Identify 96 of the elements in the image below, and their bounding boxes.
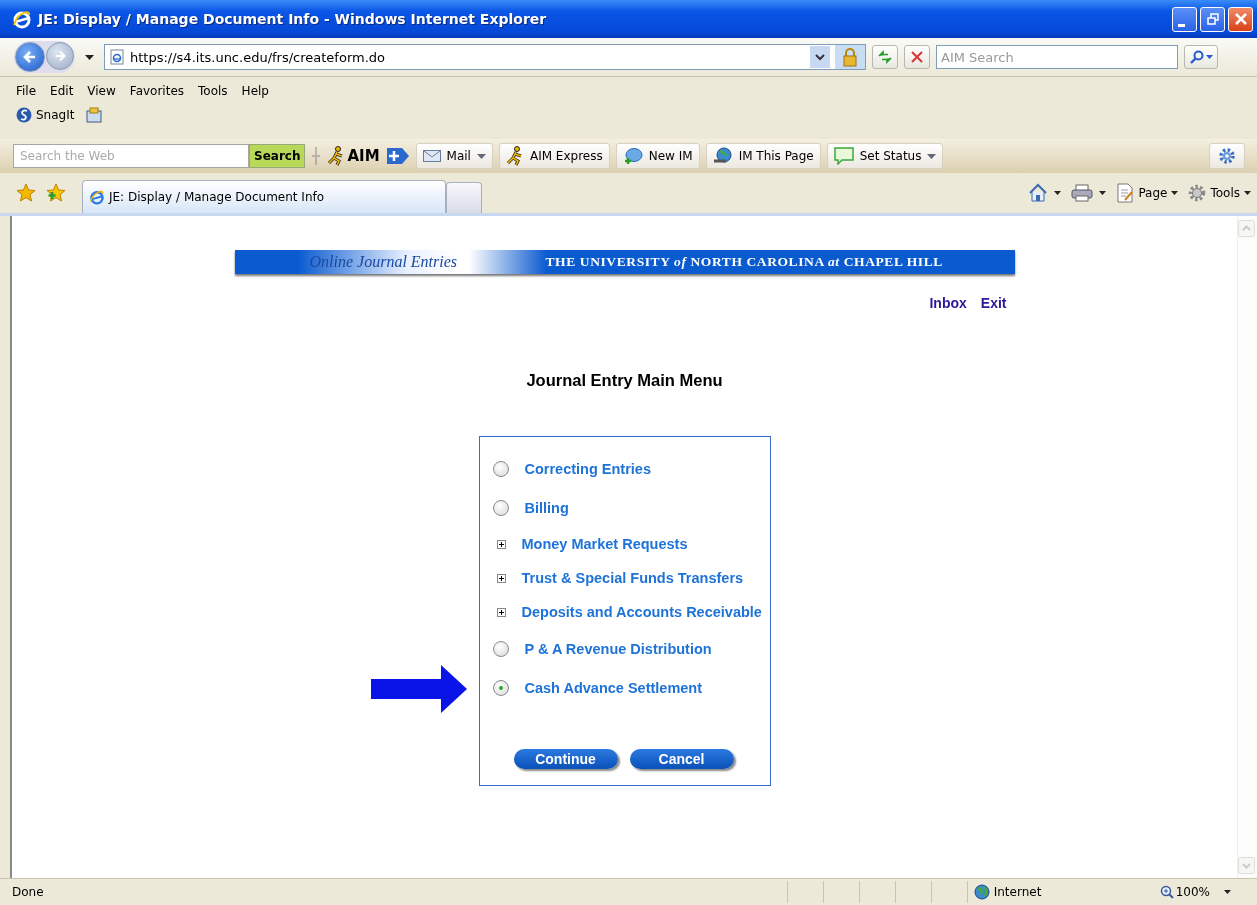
browser-logo-icon	[12, 9, 32, 29]
magnifier-icon	[1159, 885, 1174, 899]
option-label[interactable]: Correcting Entries	[524, 460, 651, 477]
gear-icon	[1188, 184, 1207, 202]
chevron-icon	[815, 53, 825, 61]
expand-toggle-icon[interactable]	[496, 607, 506, 617]
minimize-icon	[1178, 23, 1185, 27]
close-icon	[911, 51, 923, 63]
command-button[interactable]: Page	[1116, 183, 1179, 203]
search-button[interactable]	[1184, 45, 1218, 69]
web-search-field[interactable]: Search the Web	[13, 144, 249, 168]
restore-button[interactable]	[1200, 6, 1225, 32]
menu-item[interactable]: Favorites	[129, 84, 185, 98]
caret-icon[interactable]	[1099, 191, 1107, 195]
caret-icon[interactable]	[1224, 890, 1231, 894]
restore-icon	[1206, 13, 1219, 25]
caret-icon	[1244, 191, 1251, 195]
home-icon[interactable]	[1028, 183, 1049, 203]
command-button[interactable]: Tools	[1188, 184, 1251, 202]
running-figure-icon	[505, 146, 524, 166]
settings-button[interactable]	[1209, 143, 1245, 169]
envelope-icon	[422, 150, 441, 162]
caret-icon[interactable]	[1054, 191, 1062, 195]
search-icon	[1189, 50, 1204, 64]
minimize-button[interactable]	[1172, 6, 1197, 32]
search-button[interactable]: Search	[249, 144, 306, 168]
vertical-scrollbar[interactable]	[1237, 216, 1257, 878]
page-heading: Journal Entry Main Menu	[526, 371, 723, 390]
grip-icon	[311, 146, 322, 166]
radio-button[interactable]	[492, 460, 509, 477]
radio-button[interactable]	[492, 679, 509, 696]
menu-item[interactable]: Edit	[50, 84, 74, 98]
scroll-up-icon	[1238, 220, 1255, 237]
document-icon	[1116, 183, 1135, 203]
option-label[interactable]: Deposits and Accounts Receivable	[521, 604, 762, 620]
toolbar-button[interactable]: IM This Page	[705, 143, 821, 169]
window-title: JE: Display / Manage Document Info - Windows Internet Explorer	[38, 11, 547, 27]
menu-item[interactable]: Tools	[198, 84, 228, 98]
url-text: https://s4.its.unc.edu/frs/createform.do	[130, 49, 386, 65]
option-label[interactable]: Cash Advance Settlement	[524, 679, 703, 696]
status-text: Done	[12, 885, 44, 899]
printer-icon[interactable]	[1071, 184, 1094, 202]
menu-item[interactable]: File	[16, 84, 37, 98]
caret-icon[interactable]	[85, 54, 94, 60]
radio-button[interactable]	[492, 499, 509, 516]
swirl-logo-icon	[16, 107, 32, 123]
banner-subtitle: Online Journal Entries	[309, 253, 459, 271]
refresh-arrows-icon	[877, 50, 893, 64]
add-favorite-icon[interactable]	[46, 183, 66, 203]
toolbar-button[interactable]: Mail	[415, 143, 493, 169]
back-button[interactable]	[15, 42, 45, 72]
toolbar-button[interactable]: SnagIt	[16, 107, 75, 123]
banner-title: THE UNIVERSITY of NORTH CAROLINA at CHAPEL HILL	[545, 254, 943, 270]
option-label[interactable]: P & A Revenue Distribution	[524, 640, 712, 657]
back-arrow-icon	[22, 49, 38, 65]
browser-tab[interactable]: JE: Display / Manage Document Info	[82, 180, 446, 213]
page-icon	[109, 49, 125, 65]
clipboard-icon[interactable]	[86, 107, 105, 123]
search-field[interactable]: AIM Search	[936, 45, 1178, 69]
globe-icon	[973, 884, 990, 900]
aim-logo[interactable]: AIM	[327, 146, 380, 166]
zoom-control[interactable]: 100%	[1159, 885, 1210, 899]
forward-button[interactable]	[46, 42, 74, 70]
add-tag-icon[interactable]	[385, 146, 410, 166]
toolbar-button[interactable]: Set Status	[826, 143, 944, 169]
menu-item[interactable]: View	[87, 84, 116, 98]
menu-item[interactable]: Help	[241, 84, 269, 98]
option-label[interactable]: Trust & Special Funds Transfers	[521, 570, 744, 586]
refresh-button[interactable]	[872, 45, 898, 69]
close-icon	[1234, 13, 1247, 25]
nav-link[interactable]: Inbox	[929, 295, 967, 311]
option-label[interactable]: Money Market Requests	[521, 536, 688, 552]
chat-bubble-icon	[622, 147, 643, 165]
form-button[interactable]: Continue	[513, 749, 618, 769]
close-button[interactable]	[1228, 6, 1253, 32]
caret-icon	[1205, 55, 1213, 59]
expand-toggle-icon[interactable]	[496, 573, 506, 583]
star-icon[interactable]	[16, 183, 36, 203]
stop-button[interactable]	[904, 45, 930, 69]
radio-button[interactable]	[492, 640, 509, 657]
form-button[interactable]: Cancel	[629, 749, 734, 769]
option-label[interactable]: Billing	[524, 499, 569, 516]
address-dropdown-button[interactable]	[810, 46, 830, 68]
settings-icon	[1218, 147, 1236, 165]
globe-icon	[712, 147, 733, 165]
browser-logo-icon	[89, 189, 105, 205]
speech-bubble-icon	[833, 147, 854, 165]
toolbar-button[interactable]: New IM	[615, 143, 700, 169]
toolbar-button[interactable]: AIM Express	[498, 143, 610, 169]
nav-link[interactable]: Exit	[980, 295, 1007, 311]
expand-toggle-icon[interactable]	[496, 539, 506, 549]
security-zone: Internet	[966, 881, 1160, 903]
forward-arrow-icon	[53, 49, 67, 63]
caret-icon	[1171, 191, 1179, 195]
address-field[interactable]: https://s4.its.unc.edu/frs/createform.do	[104, 44, 866, 70]
scroll-down-icon	[1238, 857, 1255, 874]
